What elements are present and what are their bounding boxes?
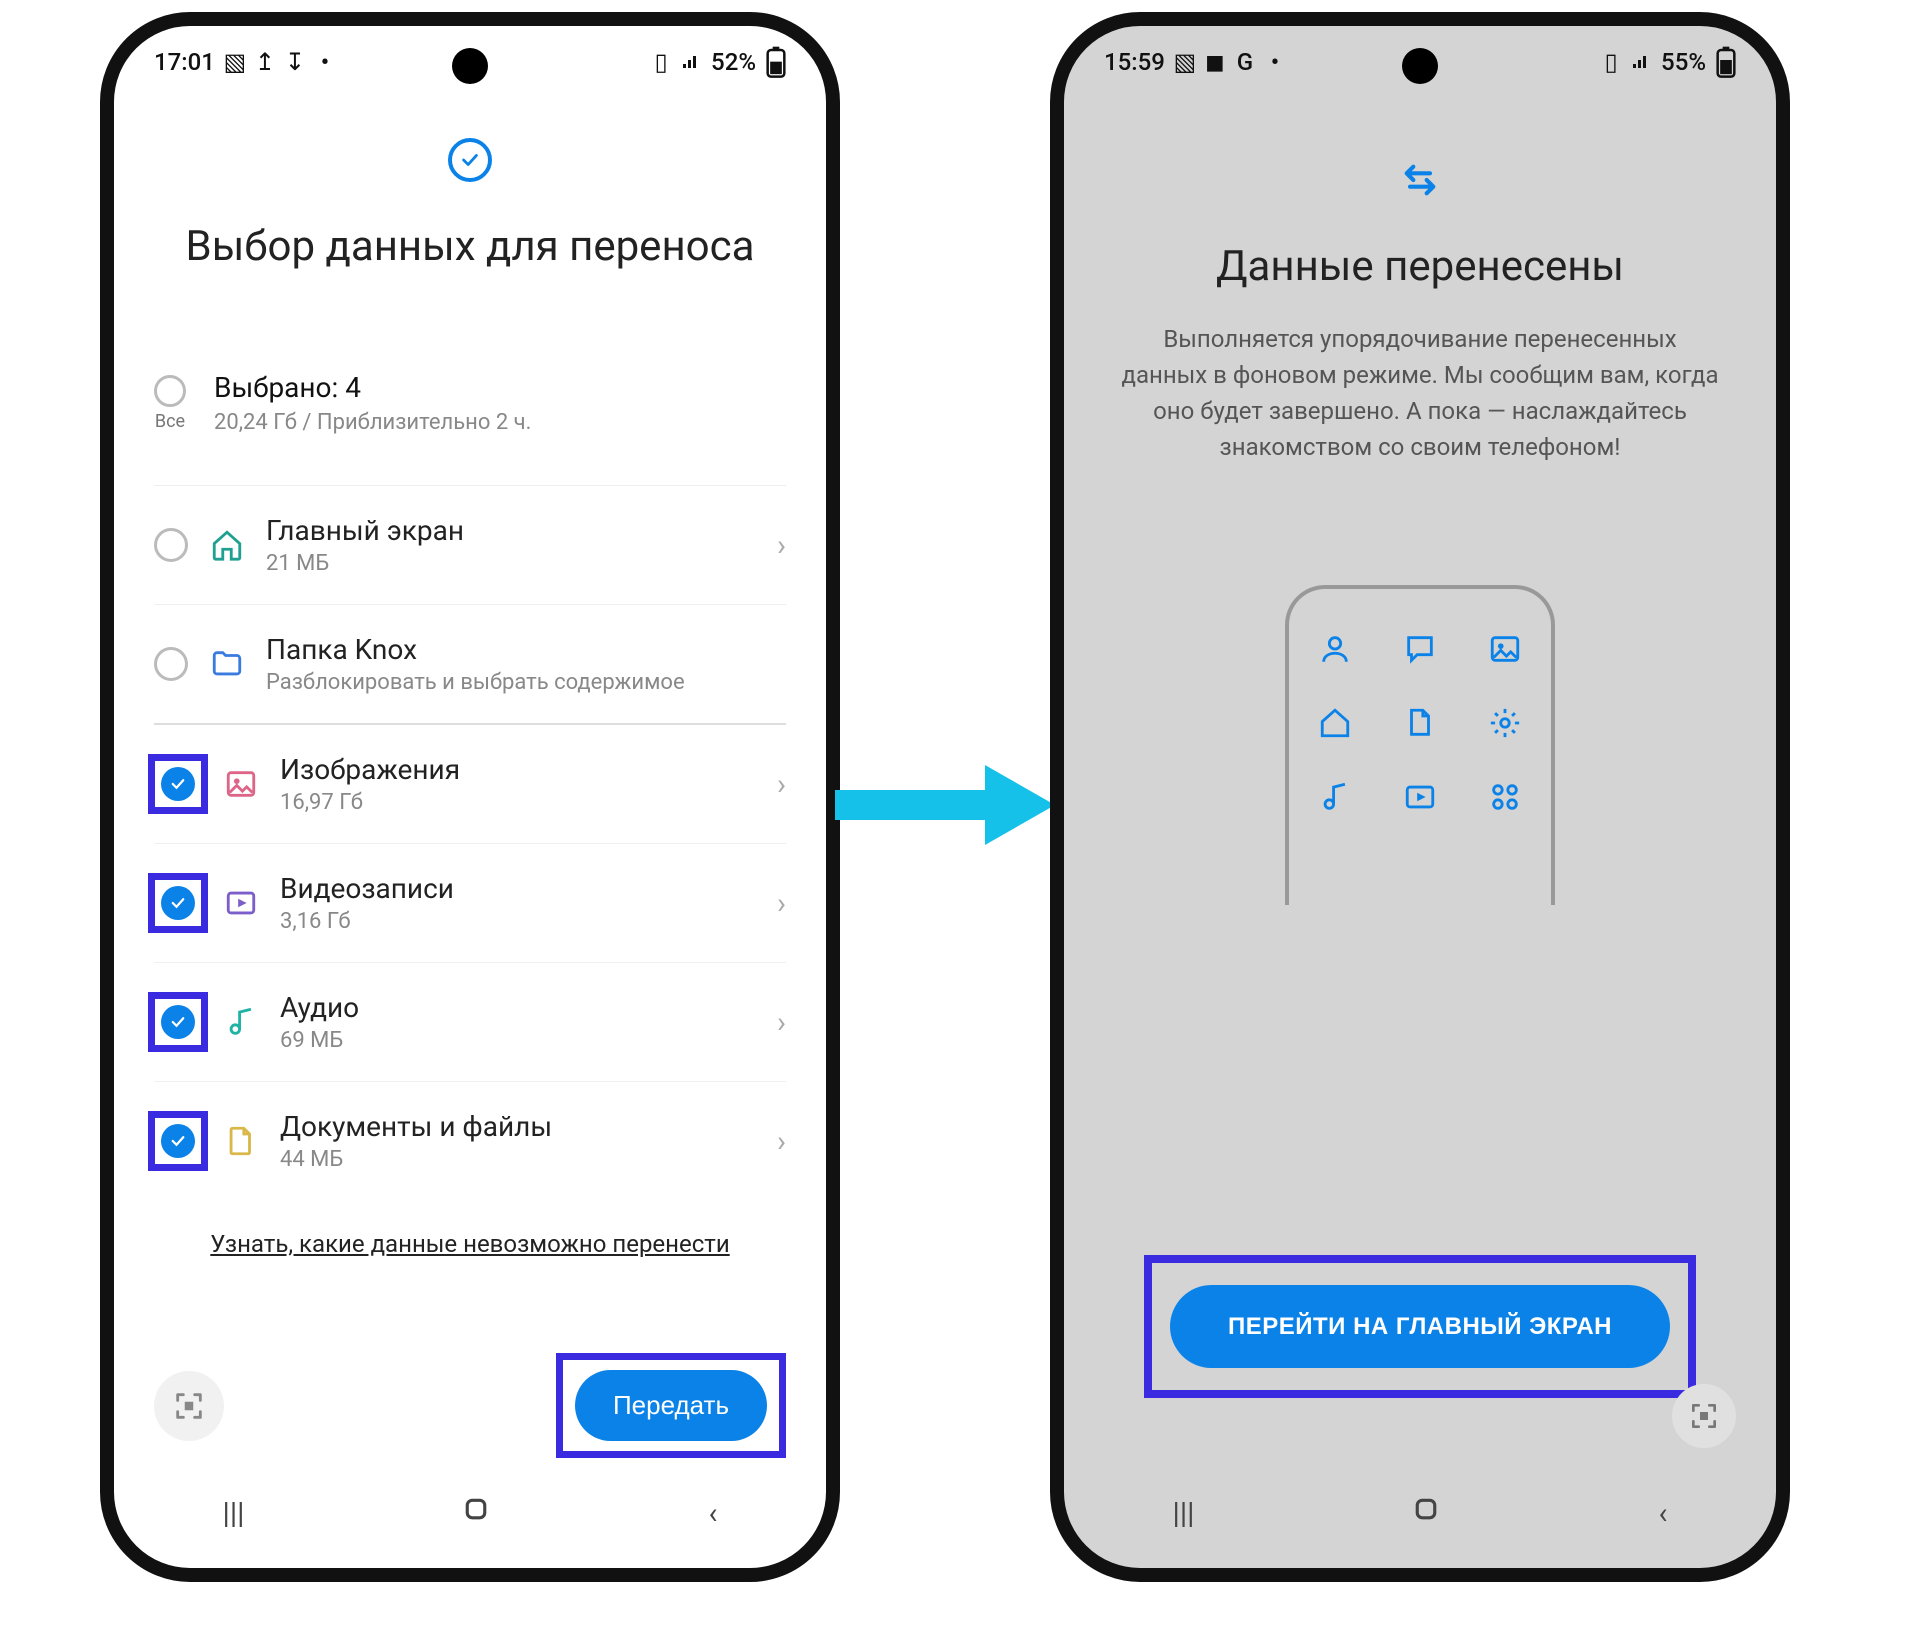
page-title: Данные перенесены: [1104, 242, 1736, 291]
home-icon: [210, 528, 244, 562]
page-title: Выбор данных для переноса: [154, 222, 786, 271]
vibrate-icon: ▯: [651, 52, 671, 72]
phone-illustration: [1285, 585, 1555, 905]
item-label: Изображения: [280, 753, 755, 786]
item-home-screen[interactable]: Главный экран 21 МБ ›: [154, 486, 786, 605]
audio-icon: [1315, 777, 1355, 817]
status-time: 15:59: [1104, 48, 1165, 76]
phone-left: 17:01 ▧ ↥ ↧ • ▯ 52%: [100, 12, 840, 1582]
video-icon: [224, 886, 258, 920]
home-button[interactable]: [461, 1494, 491, 1532]
item-label: Папка Knox: [266, 633, 786, 666]
scan-button[interactable]: [1672, 1384, 1736, 1448]
audio-icon: [224, 1005, 258, 1039]
chevron-right-icon: ›: [777, 1005, 786, 1040]
status-battery: 55%: [1661, 48, 1706, 76]
recents-button[interactable]: |||: [223, 1496, 245, 1531]
highlight-box: [148, 754, 208, 814]
apps-icon: [1485, 777, 1525, 817]
home-button[interactable]: [1411, 1494, 1441, 1532]
android-navbar: ||| ‹: [114, 1478, 826, 1548]
item-audio[interactable]: Аудио 69 МБ ›: [154, 963, 786, 1082]
select-all-label: Все: [155, 411, 185, 432]
chevron-right-icon: ›: [777, 767, 786, 802]
app-icon: ◼: [1205, 52, 1225, 72]
dot-icon: •: [1265, 52, 1285, 72]
checkbox-images[interactable]: [161, 767, 195, 801]
dot-icon: •: [315, 52, 335, 72]
item-knox-folder[interactable]: Папка Knox Разблокировать и выбрать соде…: [154, 605, 786, 725]
google-icon: G: [1235, 52, 1255, 72]
highlight-box: [148, 873, 208, 933]
signal-icon: [1631, 52, 1651, 72]
image-icon: ▧: [1175, 52, 1195, 72]
back-button[interactable]: ‹: [708, 1496, 717, 1531]
video-icon: [1400, 777, 1440, 817]
document-icon: [224, 1124, 258, 1158]
status-battery: 52%: [711, 48, 756, 76]
upload-icon: ↥: [255, 52, 275, 72]
item-images[interactable]: Изображения 16,97 Гб ›: [154, 725, 786, 844]
highlight-box: Передать: [556, 1353, 786, 1458]
arrow-icon: [835, 760, 1055, 850]
recents-button[interactable]: |||: [1173, 1496, 1195, 1531]
signal-icon: [681, 52, 701, 72]
status-bar: 17:01 ▧ ↥ ↧ • ▯ 52%: [114, 26, 826, 98]
select-all-row[interactable]: Все Выбрано: 4 20,24 Гб / Приблизительно…: [154, 371, 786, 486]
highlight-box: ПЕРЕЙТИ НА ГЛАВНЫЙ ЭКРАН: [1144, 1255, 1696, 1398]
message-icon: [1400, 629, 1440, 669]
goto-home-button[interactable]: ПЕРЕЙТИ НА ГЛАВНЫЙ ЭКРАН: [1170, 1285, 1670, 1368]
battery-icon: [1716, 52, 1736, 72]
checkbox-home[interactable]: [154, 528, 188, 562]
send-button[interactable]: Передать: [575, 1370, 767, 1441]
android-navbar: ||| ‹: [1064, 1478, 1776, 1548]
item-documents[interactable]: Документы и файлы 44 МБ ›: [154, 1082, 786, 1200]
home-icon: [1315, 703, 1355, 743]
item-label: Видеозаписи: [280, 872, 755, 905]
info-link[interactable]: Узнать, какие данные невозможно перенест…: [154, 1230, 786, 1258]
item-videos[interactable]: Видеозаписи 3,16 Гб ›: [154, 844, 786, 963]
folder-icon: [210, 647, 244, 681]
item-sub: 16,97 Гб: [280, 790, 755, 815]
select-all-checkbox[interactable]: [154, 375, 186, 407]
status-bar: 15:59 ▧ ◼ G • ▯ 55%: [1064, 26, 1776, 98]
checkbox-knox[interactable]: [154, 647, 188, 681]
checkbox-documents[interactable]: [161, 1124, 195, 1158]
checkbox-videos[interactable]: [161, 886, 195, 920]
item-sub: 21 МБ: [266, 551, 755, 576]
item-sub: 69 МБ: [280, 1028, 755, 1053]
highlight-box: [148, 992, 208, 1052]
item-label: Аудио: [280, 991, 755, 1024]
chevron-right-icon: ›: [777, 1124, 786, 1159]
vibrate-icon: ▯: [1601, 52, 1621, 72]
item-sub: 44 МБ: [280, 1147, 755, 1172]
item-sub: 3,16 Гб: [280, 909, 755, 934]
chevron-right-icon: ›: [777, 528, 786, 563]
page-description: Выполняется упорядочивание перенесенных …: [1120, 321, 1720, 465]
check-header-icon: [448, 138, 492, 182]
image-icon: [224, 767, 258, 801]
checkbox-audio[interactable]: [161, 1005, 195, 1039]
document-icon: [1400, 703, 1440, 743]
gear-icon: [1485, 703, 1525, 743]
selected-count: Выбрано: 4: [214, 371, 531, 404]
image-icon: ▧: [225, 52, 245, 72]
back-button[interactable]: ‹: [1658, 1496, 1667, 1531]
highlight-box: [148, 1111, 208, 1171]
item-sub: Разблокировать и выбрать содержимое: [266, 670, 786, 695]
battery-icon: [766, 52, 786, 72]
phone-right: 15:59 ▧ ◼ G • ▯ 55%: [1050, 12, 1790, 1582]
scan-button[interactable]: [154, 1371, 224, 1441]
person-icon: [1315, 629, 1355, 669]
status-time: 17:01: [154, 48, 215, 76]
chevron-right-icon: ›: [777, 886, 786, 921]
selected-details: 20,24 Гб / Приблизительно 2 ч.: [214, 410, 531, 435]
item-label: Документы и файлы: [280, 1110, 755, 1143]
item-label: Главный экран: [266, 514, 755, 547]
image-icon: [1485, 629, 1525, 669]
transfer-icon: [1398, 158, 1442, 202]
download-icon: ↧: [285, 52, 305, 72]
